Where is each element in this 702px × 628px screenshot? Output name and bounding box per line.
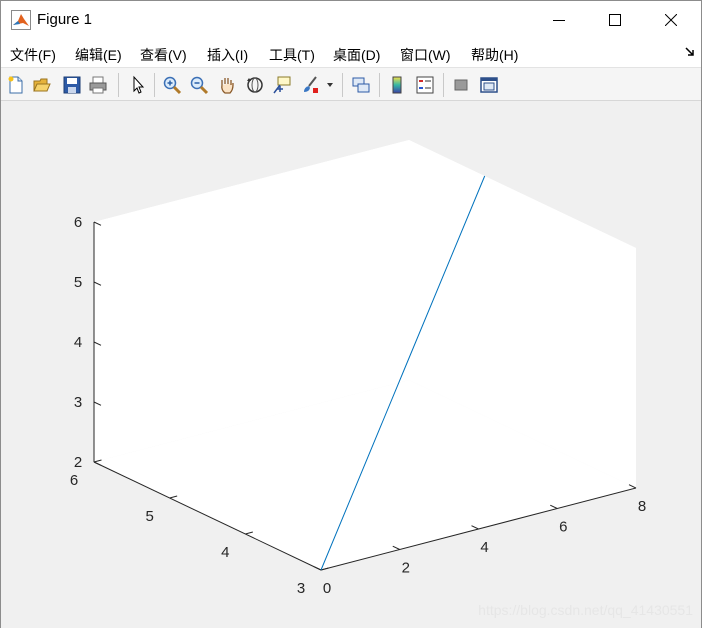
figure-window: Figure 1 文件(F) 编辑(E) 查看(V) 插入(I) 工具(T) 桌… xyxy=(0,0,702,628)
x-tick-label: 0 xyxy=(323,580,331,597)
menu-edit[interactable]: 编辑(E) xyxy=(75,45,122,65)
window-title: Figure 1 xyxy=(37,11,93,28)
menu-insert[interactable]: 插入(I) xyxy=(207,45,248,65)
close-icon xyxy=(665,14,677,26)
minimize-icon xyxy=(553,20,565,21)
zoom-in-icon xyxy=(163,76,182,95)
hide-plot-tools-icon xyxy=(454,79,468,91)
axes-3d[interactable]: 02468345623456 xyxy=(1,102,701,628)
zoom-out-icon xyxy=(190,76,209,95)
pan-button[interactable] xyxy=(216,74,238,96)
print-icon xyxy=(89,76,107,94)
z-tick-label: 4 xyxy=(74,334,82,351)
show-plot-tools-icon xyxy=(480,77,498,93)
dock-arrow-icon[interactable] xyxy=(685,47,695,57)
z-tick-label: 2 xyxy=(74,454,82,471)
menu-desktop[interactable]: 桌面(D) xyxy=(333,45,380,65)
save-icon xyxy=(63,76,81,94)
open-file-button[interactable] xyxy=(31,74,53,96)
z-tick-label: 3 xyxy=(74,394,82,411)
x-tick-label: 2 xyxy=(402,560,410,577)
print-button[interactable] xyxy=(87,74,109,96)
toolbar-separator xyxy=(342,73,343,97)
zoom-out-button[interactable] xyxy=(188,74,210,96)
toolbar-separator xyxy=(443,73,444,97)
brush-button[interactable] xyxy=(299,74,321,96)
colorbar-icon xyxy=(392,76,402,94)
y-tick-label: 6 xyxy=(70,472,78,489)
rotate-3d-button[interactable] xyxy=(244,74,266,96)
data-cursor-icon xyxy=(273,76,291,94)
zoom-in-button[interactable] xyxy=(161,74,183,96)
data-cursor-button[interactable] xyxy=(271,74,293,96)
z-tick-label: 5 xyxy=(74,274,82,291)
maximize-icon xyxy=(609,14,621,26)
menu-bar: 文件(F) 编辑(E) 查看(V) 插入(I) 工具(T) 桌面(D) 窗口(W… xyxy=(1,39,701,67)
legend-icon xyxy=(416,76,434,94)
toolbar-separator xyxy=(118,73,119,97)
link-plot-icon xyxy=(352,77,370,93)
brush-dropdown-button[interactable] xyxy=(323,74,337,96)
x-tick-label: 4 xyxy=(480,539,488,556)
menu-help[interactable]: 帮助(H) xyxy=(471,45,518,65)
menu-window[interactable]: 窗口(W) xyxy=(400,45,451,65)
matlab-logo-icon xyxy=(11,10,31,30)
y-tick-label: 4 xyxy=(221,544,229,561)
chevron-down-icon xyxy=(327,83,333,87)
save-button[interactable] xyxy=(61,74,83,96)
rotate-3d-icon xyxy=(247,77,263,93)
menu-file[interactable]: 文件(F) xyxy=(10,45,56,65)
maximize-button[interactable] xyxy=(587,1,643,39)
menu-tools[interactable]: 工具(T) xyxy=(269,45,315,65)
insert-colorbar-button[interactable] xyxy=(386,74,408,96)
link-plot-button[interactable] xyxy=(350,74,372,96)
pan-hand-icon xyxy=(221,78,234,94)
y-tick-label: 5 xyxy=(145,508,153,525)
edit-plot-button[interactable] xyxy=(127,74,149,96)
z-tick-label: 6 xyxy=(74,214,82,231)
new-figure-icon xyxy=(8,76,23,94)
open-file-icon xyxy=(33,78,51,92)
toolbar-separator xyxy=(154,73,155,97)
close-button[interactable] xyxy=(643,1,699,39)
new-figure-button[interactable] xyxy=(5,74,27,96)
y-tick-label: 3 xyxy=(297,580,305,597)
hide-plot-tools-button[interactable] xyxy=(450,74,472,96)
x-tick-label: 6 xyxy=(559,519,567,536)
watermark-text: https://blog.csdn.net/qq_41430551 xyxy=(478,602,693,618)
show-plot-tools-button[interactable] xyxy=(478,74,500,96)
insert-legend-button[interactable] xyxy=(414,74,436,96)
toolbar-separator xyxy=(379,73,380,97)
brush-icon xyxy=(304,76,318,93)
minimize-button[interactable] xyxy=(531,1,587,39)
menu-view[interactable]: 查看(V) xyxy=(140,45,187,65)
figure-toolbar xyxy=(1,67,701,101)
figure-canvas[interactable]: 02468345623456 https://blog.csdn.net/qq_… xyxy=(1,102,701,628)
title-bar[interactable]: Figure 1 xyxy=(1,1,701,39)
x-tick-label: 8 xyxy=(638,498,646,515)
pointer-icon xyxy=(133,75,145,94)
